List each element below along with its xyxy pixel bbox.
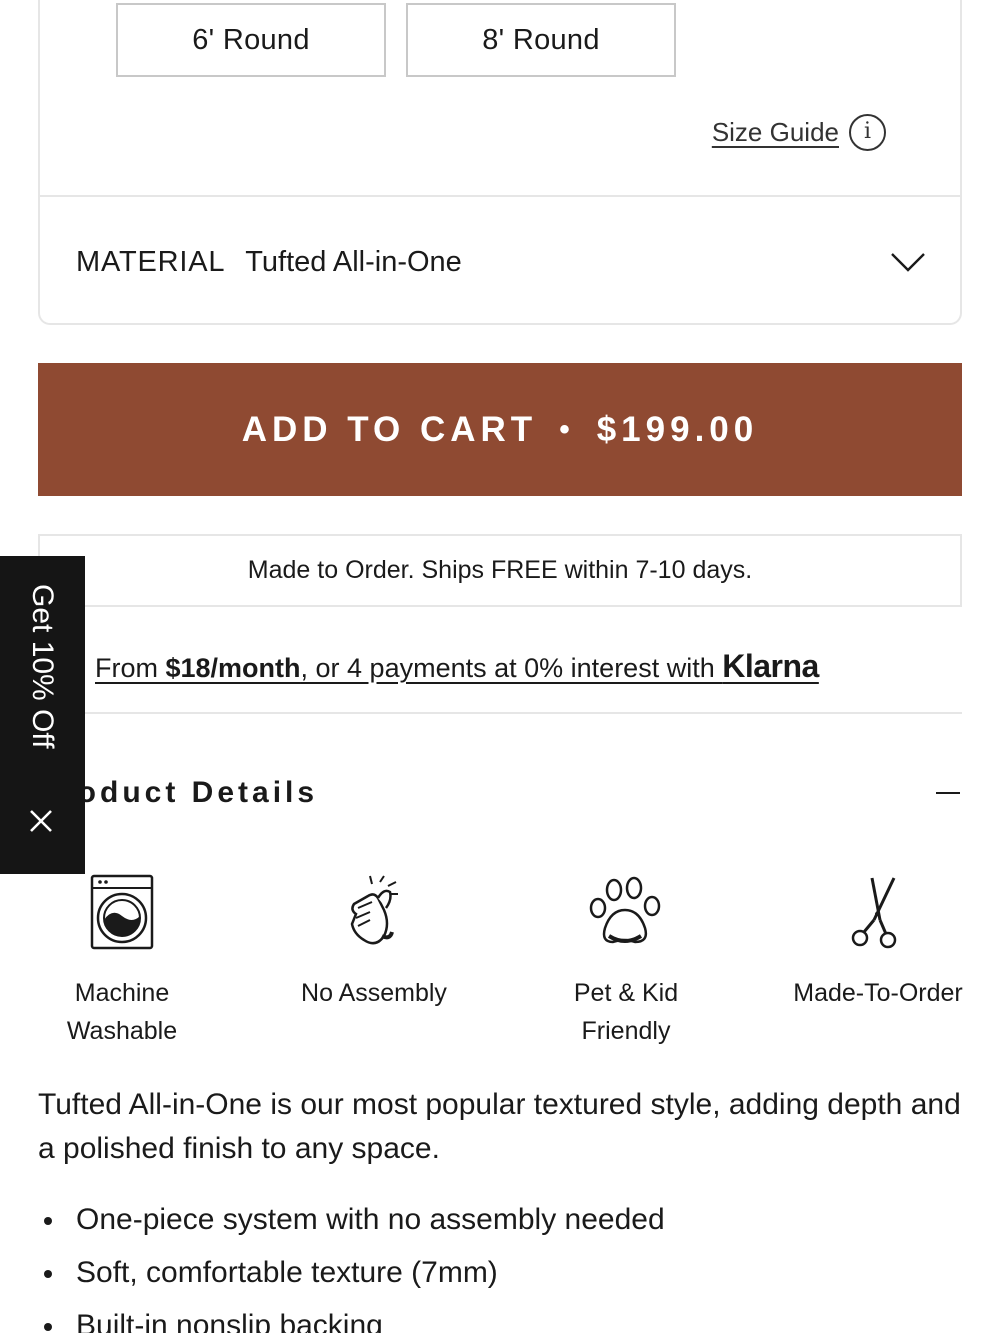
info-icon[interactable]: i [849, 113, 886, 151]
add-to-cart-separator: • [559, 412, 575, 446]
minus-icon[interactable] [936, 792, 960, 794]
klarna-logo: Klarna [722, 648, 819, 684]
feature-made-to-order: Made-To-Order [758, 872, 998, 1012]
size-guide-link[interactable]: Size Guide i [712, 112, 886, 152]
divider [38, 712, 962, 714]
washing-machine-icon [90, 874, 154, 950]
chevron-down-icon[interactable] [890, 244, 926, 280]
close-icon[interactable] [28, 808, 54, 834]
feature-label-line1: Made-To-Order [793, 979, 963, 1007]
product-description: Tufted All-in-One is our most popular te… [38, 1088, 961, 1165]
list-item: One-piece system with no assembly needed [38, 1193, 962, 1246]
feature-no-assembly: No Assembly [254, 872, 494, 1012]
shipping-text: Made to Order. Ships FREE within 7-10 da… [247, 556, 753, 584]
klarna-financing-link[interactable]: From $18/month, or 4 payments at 0% inte… [95, 648, 819, 692]
paw-icon [589, 876, 661, 944]
feature-label-line2: Friendly [581, 1017, 671, 1045]
feature-icons-row: Machine Washable No Assembly Pet & Kid F… [0, 872, 1000, 1052]
feature-label-line2: Washable [66, 1017, 178, 1045]
list-item: Soft, comfortable texture (7mm) [38, 1246, 962, 1299]
material-selector[interactable]: MATERIAL Tufted All-in-One [76, 232, 926, 292]
add-to-cart-label: ADD TO CART [241, 409, 538, 449]
material-value: Tufted All-in-One [245, 245, 462, 278]
feature-label-line1: Pet & Kid [573, 979, 679, 1007]
feature-machine-washable: Machine Washable [2, 872, 242, 1050]
feature-pet-kid-friendly: Pet & Kid Friendly [506, 872, 746, 1050]
feature-bullet-list: One-piece system with no assembly needed… [38, 1193, 962, 1333]
feature-label-line1: No Assembly [301, 979, 447, 1007]
list-item: Built-in nonslip backing [38, 1299, 962, 1333]
feature-label-line1: Machine [74, 979, 170, 1007]
product-details-toggle[interactable]: Product Details [38, 770, 962, 816]
klarna-prefix: From [95, 653, 166, 683]
size-guide-label[interactable]: Size Guide [712, 117, 839, 148]
promo-tab[interactable]: Get 10% Off [0, 556, 85, 874]
shipping-notice: Made to Order. Ships FREE within 7-10 da… [38, 534, 962, 607]
klarna-middle: , or 4 payments at 0% interest with [300, 653, 723, 683]
divider [40, 195, 960, 197]
add-to-cart-price: $199.00 [596, 409, 759, 449]
scissors-icon [851, 877, 897, 949]
klarna-amount: $18/month [165, 653, 301, 683]
size-option-8-round[interactable]: 8' Round [406, 3, 676, 77]
add-to-cart-button[interactable]: ADD TO CART • $199.00 [38, 363, 962, 496]
material-label: MATERIAL [76, 245, 226, 278]
size-option-6-round[interactable]: 6' Round [116, 3, 386, 77]
snapping-hand-icon [350, 875, 398, 945]
options-panel: 6' Round 8' Round Size Guide i MATERIAL … [38, 0, 962, 325]
promo-label[interactable]: Get 10% Off [25, 584, 59, 749]
